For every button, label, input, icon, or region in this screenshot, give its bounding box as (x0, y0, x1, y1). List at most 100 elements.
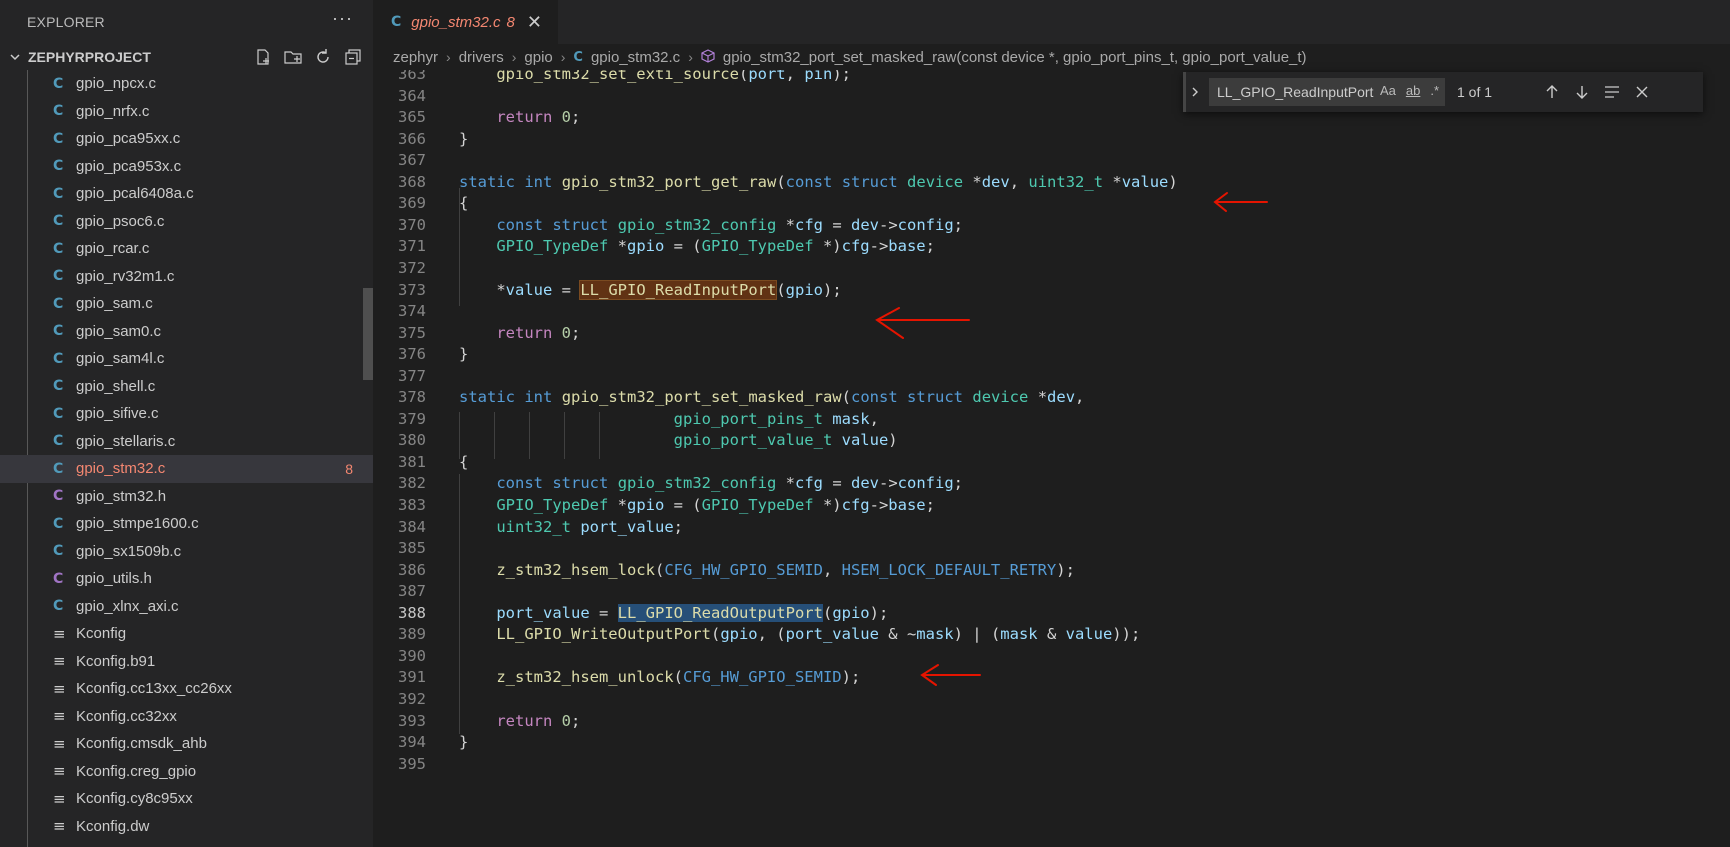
file-item[interactable]: Cgpio_psoc6.c (0, 208, 373, 236)
chevron-down-icon[interactable] (8, 50, 22, 64)
code-line[interactable]: 389 LL_GPIO_WriteOutputPort(gpio, (port_… (373, 624, 1730, 646)
code-token: 0 (561, 323, 572, 342)
file-item[interactable]: ≡ Kconfig (0, 620, 373, 648)
code-line[interactable]: 390 (373, 646, 1730, 668)
file-item[interactable]: Cgpio_sifive.c (0, 400, 373, 428)
file-item[interactable]: Cgpio_pca95xx.c (0, 125, 373, 153)
code-line[interactable]: 384 uint32_t port_value; (373, 517, 1730, 539)
code-line[interactable]: 393 return 0; (373, 711, 1730, 733)
arrow-up-icon[interactable] (1537, 84, 1567, 100)
file-item[interactable]: Cgpio_stm32.h (0, 483, 373, 511)
file-item[interactable]: Cgpio_utils.h (0, 565, 373, 593)
code-line[interactable]: 374 (373, 301, 1730, 323)
code-line[interactable]: 378 static int gpio_stm32_port_set_masked… (373, 387, 1730, 409)
file-item[interactable]: ≡ Kconfig.cc32xx (0, 703, 373, 731)
refresh-icon[interactable] (313, 48, 333, 66)
match-case-toggle[interactable]: Aa (1380, 83, 1396, 98)
code-line[interactable]: 387 (373, 581, 1730, 603)
code-line[interactable]: 371 GPIO_TypeDef *gpio = (GPIO_TypeDef *… (373, 236, 1730, 258)
more-actions-icon[interactable]: ··· (332, 8, 353, 29)
breadcrumb-item-file[interactable]: gpio_stm32.c (591, 49, 680, 66)
code-token: ( (822, 603, 833, 622)
code-line[interactable]: 381 { (373, 452, 1730, 474)
close-icon[interactable] (1627, 86, 1657, 98)
code-token: cfg (841, 237, 870, 256)
close-icon[interactable]: ✕ (527, 12, 542, 33)
code-line[interactable]: 367 (373, 150, 1730, 172)
code-line[interactable]: 379 gpio_port_pins_t mask, (373, 409, 1730, 431)
file-item[interactable]: Cgpio_pcal6408a.c (0, 180, 373, 208)
code-line[interactable]: 372 (373, 258, 1730, 280)
code-line[interactable]: 394} (373, 732, 1730, 754)
code-token: device (972, 388, 1029, 407)
file-item[interactable]: Cgpio_rcar.c (0, 235, 373, 263)
file-name: gpio_psoc6.c (76, 212, 165, 230)
file-item[interactable]: Cgpio_stm32.c 8 (0, 455, 373, 483)
file-item[interactable]: Cgpio_pca953x.c (0, 153, 373, 181)
file-item[interactable]: ≡ Kconfig.cy8c95xx (0, 785, 373, 813)
code-line[interactable]: 383 GPIO_TypeDef *gpio = (GPIO_TypeDef *… (373, 495, 1730, 517)
file-item[interactable]: Cgpio_rv32m1.c (0, 263, 373, 291)
code-token: return (496, 323, 553, 342)
file-item[interactable]: ≡ Kconfig.cmsdk_ahb (0, 730, 373, 758)
file-item[interactable]: ≡ Kconfig.cc13xx_cc26xx (0, 675, 373, 703)
breadcrumb-item-zephyr[interactable]: zephyr (393, 49, 438, 66)
code-token: } (459, 733, 469, 752)
sidebar-scrollbar[interactable] (363, 288, 373, 380)
text-file-icon: ≡ (53, 679, 66, 698)
code-line[interactable]: 370 const struct gpio_stm32_config *cfg … (373, 215, 1730, 237)
code-token: ); (822, 280, 842, 299)
breadcrumb-item-symbol[interactable]: gpio_stm32_port_set_masked_raw(const dev… (723, 49, 1307, 66)
code-line[interactable]: 391 z_stm32_hsem_unlock(CFG_HW_GPIO_SEMI… (373, 667, 1730, 689)
code-line[interactable]: 386 z_stm32_hsem_lock(CFG_HW_GPIO_SEMID,… (373, 560, 1730, 582)
code-token: base (888, 496, 926, 514)
file-item[interactable]: Cgpio_xlnx_axi.c (0, 593, 373, 621)
new-file-icon[interactable] (253, 48, 273, 66)
code-view[interactable]: 363 gpio_stm32_set_exti_source(port, pin… (373, 70, 1730, 847)
code-line[interactable]: 377 (373, 366, 1730, 388)
breadcrumb-item-gpio[interactable]: gpio (524, 49, 552, 66)
file-item[interactable]: ≡ Kconfig.b91 (0, 648, 373, 676)
code-line[interactable]: 366} (373, 129, 1730, 151)
new-folder-icon[interactable] (283, 48, 303, 66)
collapse-all-icon[interactable] (343, 48, 363, 66)
file-item[interactable]: Cgpio_stmpe1600.c (0, 510, 373, 538)
regex-toggle[interactable]: .* (1430, 83, 1439, 98)
code-text: return 0; (459, 323, 580, 345)
code-line[interactable]: 395 (373, 754, 1730, 776)
toggle-replace-chevron-icon[interactable] (1183, 72, 1203, 112)
file-item[interactable]: Cgpio_stellaris.c (0, 428, 373, 456)
code-line[interactable]: 376} (373, 344, 1730, 366)
code-line[interactable]: 373 *value = LL_GPIO_ReadInputPort(gpio)… (373, 279, 1730, 302)
code-line[interactable]: 369 { (373, 193, 1730, 215)
file-item[interactable]: Cgpio_shell.c (0, 373, 373, 401)
file-item[interactable]: Cgpio_sam0.c (0, 318, 373, 346)
file-item[interactable]: ≡ Kconfig.dw (0, 813, 373, 841)
arrow-down-icon[interactable] (1567, 84, 1597, 100)
file-item[interactable]: Cgpio_sx1509b.c (0, 538, 373, 566)
find-in-selection-icon[interactable] (1597, 85, 1627, 99)
code-line[interactable]: 388 port_value = LL_GPIO_ReadOutputPort(… (373, 603, 1730, 625)
code-line[interactable]: 392 (373, 689, 1730, 711)
code-line[interactable]: 368 static int gpio_stm32_port_get_raw(co… (373, 172, 1730, 194)
code-line[interactable]: 375 return 0; (373, 323, 1730, 345)
code-token: LL_GPIO_WriteOutputPort (496, 625, 711, 644)
breadcrumb-item-drivers[interactable]: drivers (459, 49, 504, 66)
project-folder-header[interactable]: ZEPHYRPROJECT (0, 44, 373, 70)
file-name: gpio_xlnx_axi.c (76, 597, 179, 615)
code-token: struct (841, 172, 898, 191)
code-line[interactable]: 380 gpio_port_value_t value) (373, 430, 1730, 452)
code-line[interactable]: 382 const struct gpio_stm32_config *cfg … (373, 473, 1730, 495)
whole-word-toggle[interactable]: ab (1406, 83, 1420, 98)
file-item[interactable]: Cgpio_nrfx.c (0, 98, 373, 126)
code-line[interactable]: 385 (373, 538, 1730, 560)
file-item[interactable]: Cgpio_sam4l.c (0, 345, 373, 373)
file-item[interactable]: Cgpio_npcx.c (0, 70, 373, 98)
file-item[interactable]: Cgpio_sam.c (0, 290, 373, 318)
tab-gpio-stm32-c[interactable]: C gpio_stm32.c 8 ✕ (373, 0, 558, 44)
find-input[interactable]: LL_GPIO_ReadInputPort Aa ab .* (1209, 78, 1445, 106)
file-item[interactable]: ≡ Kconfig.creg_gpio (0, 758, 373, 786)
